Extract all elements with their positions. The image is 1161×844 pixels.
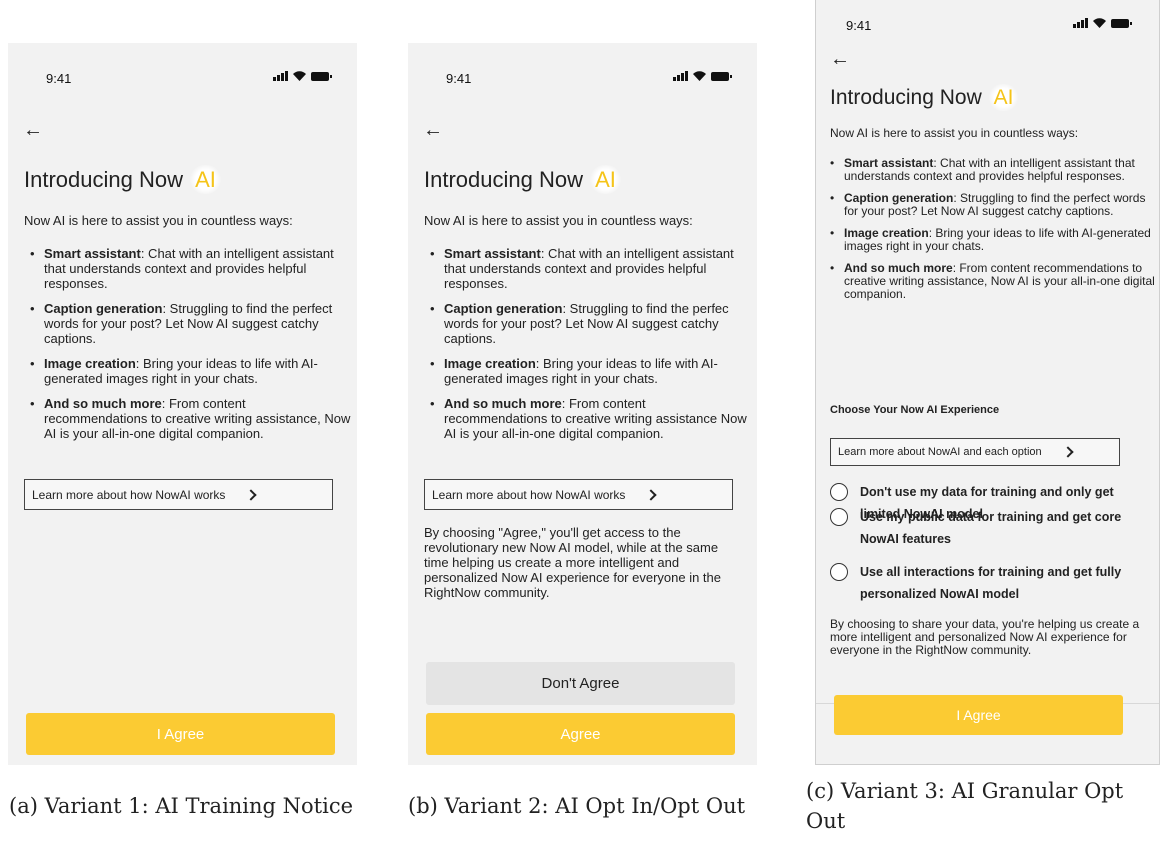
chevron-right-icon	[1061, 446, 1074, 458]
signal-icon	[273, 71, 288, 81]
status-bar: 9:41	[8, 43, 357, 89]
battery-icon	[1111, 19, 1132, 28]
status-bar: 9:41	[408, 43, 757, 89]
intro-text: Now AI is here to assist you in countles…	[24, 213, 293, 228]
phone-variant-1: 9:41 ← Introducing Now AI Now AI is here…	[8, 43, 357, 765]
caption-variant-2: (b) Variant 2: AI Opt In/Opt Out	[408, 794, 746, 818]
chevron-right-icon	[645, 488, 658, 501]
phone-variant-2: 9:41 ← Introducing Now AI Now AI is here…	[408, 43, 757, 765]
agree-button[interactable]: Agree	[426, 713, 735, 755]
page-title: Introducing Now AI	[424, 165, 622, 194]
back-arrow-icon[interactable]: ←	[423, 119, 443, 142]
caption-variant-3: (c) Variant 3: AI Granular Opt Out	[806, 779, 1124, 833]
list-item: Smart assistant: Chat with an intelligen…	[430, 246, 752, 291]
learn-more-button[interactable]: Learn more about NowAI and each option	[830, 438, 1120, 466]
intro-text: Now AI is here to assist you in countles…	[830, 126, 1079, 140]
ai-highlight: AI	[987, 84, 1020, 111]
list-item: Caption generation: Struggling to find t…	[30, 301, 352, 346]
option-public-data[interactable]: Use my public data for training and get …	[830, 506, 1150, 550]
list-item: Smart assistant: Chat with an intelligen…	[830, 157, 1155, 183]
status-time: 9:41	[46, 71, 72, 86]
list-item: Image creation: Bring your ideas to life…	[830, 227, 1155, 253]
status-time: 9:41	[446, 71, 472, 86]
list-item: Caption generation: Struggling to find t…	[830, 192, 1155, 218]
wifi-icon	[693, 71, 706, 81]
caption-variant-1: (a) Variant 1: AI Training Notice	[9, 794, 354, 818]
signal-icon	[1073, 18, 1088, 28]
battery-icon	[711, 72, 732, 81]
wifi-icon	[1093, 18, 1106, 28]
radio-button[interactable]	[830, 483, 848, 501]
chevron-right-icon	[245, 488, 258, 501]
feature-list: Smart assistant: Chat with an intelligen…	[430, 246, 752, 451]
intro-text: Now AI is here to assist you in countles…	[424, 213, 693, 228]
list-item: Image creation: Bring your ideas to life…	[430, 356, 752, 386]
learn-more-button[interactable]: Learn more about how NowAI works	[424, 479, 733, 510]
ai-highlight: AI	[589, 165, 622, 194]
status-bar: 9:41	[816, 0, 1159, 46]
wifi-icon	[293, 71, 306, 81]
feature-list: Smart assistant: Chat with an intelligen…	[30, 246, 352, 451]
feature-list: Smart assistant: Chat with an intelligen…	[830, 157, 1155, 310]
list-item: Caption generation: Struggling to find t…	[430, 301, 752, 346]
signal-icon	[673, 71, 688, 81]
page-title: Introducing Now AI	[24, 165, 222, 194]
list-item: Image creation: Bring your ideas to life…	[30, 356, 352, 386]
dont-agree-button[interactable]: Don't Agree	[426, 662, 735, 705]
phone-variant-3: 9:41 ← Introducing Now AI Now AI is here…	[815, 0, 1160, 765]
learn-more-button[interactable]: Learn more about how NowAI works	[24, 479, 333, 510]
status-time: 9:41	[846, 18, 872, 33]
agree-button[interactable]: I Agree	[26, 713, 335, 755]
list-item: And so much more: From content recommend…	[830, 262, 1155, 301]
list-item: Smart assistant: Chat with an intelligen…	[30, 246, 352, 291]
consent-note: By choosing to share your data, you're h…	[830, 617, 1140, 657]
option-all-interactions[interactable]: Use all interactions for training and ge…	[830, 561, 1150, 605]
radio-button[interactable]	[830, 508, 848, 526]
battery-icon	[311, 72, 332, 81]
choose-heading: Choose Your Now AI Experience	[830, 404, 1000, 416]
list-item: And so much more: From content recommend…	[430, 396, 752, 441]
ai-highlight: AI	[189, 165, 222, 194]
agree-button[interactable]: I Agree	[834, 695, 1123, 735]
list-item: And so much more: From content recommend…	[30, 396, 352, 441]
back-arrow-icon[interactable]: ←	[23, 119, 43, 142]
page-title: Introducing Now AI	[830, 84, 1020, 111]
radio-button[interactable]	[830, 563, 848, 581]
back-arrow-icon[interactable]: ←	[830, 48, 850, 71]
consent-note: By choosing "Agree," you'll get access t…	[424, 525, 722, 600]
